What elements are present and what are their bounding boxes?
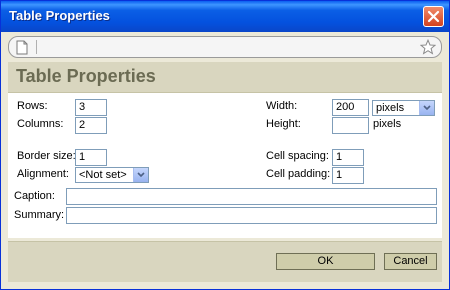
caption-label: Caption: [14, 190, 55, 202]
width-label: Width: [266, 100, 298, 112]
caption-input[interactable] [66, 188, 437, 205]
dialog-footer: OK Cancel [8, 241, 442, 282]
cell-spacing-label: Cell spacing: [266, 150, 329, 162]
close-icon [427, 10, 440, 23]
chevron-down-icon [137, 172, 145, 178]
columns-label: Columns: [17, 118, 64, 130]
close-button[interactable] [423, 6, 444, 27]
star-icon[interactable] [420, 39, 436, 55]
cell-padding-input[interactable]: 1 [332, 167, 364, 184]
height-input[interactable] [332, 117, 369, 134]
border-size-label: Border size: [17, 150, 76, 162]
toolbar-separator [36, 40, 37, 54]
chevron-down-icon [423, 105, 431, 111]
alignment-dropdown-button[interactable] [133, 168, 148, 182]
document-icon[interactable] [15, 40, 29, 55]
height-unit-label: pixels [373, 118, 402, 130]
window-title: Table Properties [9, 8, 110, 23]
properties-panel: Rows: 3 Columns: 2 Border size: 1 Alignm… [8, 93, 442, 238]
cancel-button[interactable]: Cancel [384, 253, 437, 270]
dialog-window: Table Properties Table Properties Rows: … [0, 0, 450, 290]
page-title: Table Properties [16, 66, 156, 86]
ok-button[interactable]: OK [276, 253, 375, 270]
width-unit-dropdown-button[interactable] [419, 101, 434, 115]
header-bar: Table Properties [8, 62, 442, 93]
toolbar [8, 36, 442, 58]
columns-input[interactable]: 2 [75, 117, 107, 134]
width-unit-value: pixels [376, 102, 405, 114]
cell-spacing-input[interactable]: 1 [332, 149, 364, 166]
summary-input[interactable] [66, 207, 437, 224]
width-input[interactable]: 200 [332, 99, 369, 116]
summary-label: Summary: [14, 209, 65, 221]
width-unit-select[interactable]: pixels [372, 100, 435, 116]
alignment-label: Alignment: [17, 168, 69, 180]
height-label: Height: [266, 118, 301, 130]
border-size-input[interactable]: 1 [75, 149, 107, 166]
alignment-select[interactable]: <Not set> [75, 167, 149, 183]
rows-label: Rows: [17, 100, 48, 112]
rows-input[interactable]: 3 [75, 99, 107, 116]
alignment-value: <Not set> [79, 169, 127, 181]
title-bar: Table Properties [1, 1, 449, 32]
cell-padding-label: Cell padding: [266, 168, 331, 180]
dialog-content: Table Properties Rows: 3 Columns: 2 Bord… [4, 32, 446, 288]
